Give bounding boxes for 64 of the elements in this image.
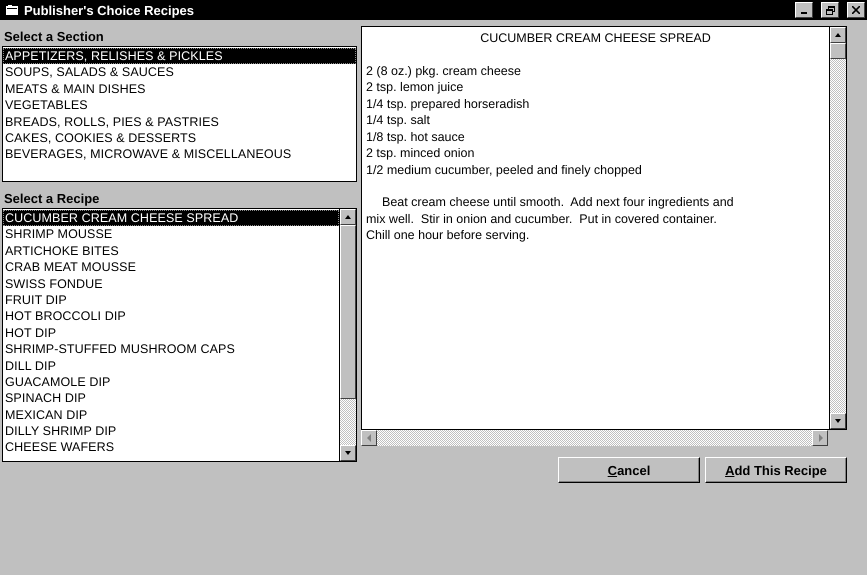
vertical-scrollbar[interactable] [339,209,356,461]
list-item[interactable]: VEGETABLES [3,97,356,114]
restore-button[interactable] [821,2,839,18]
horizontal-scrollbar[interactable] [361,430,828,446]
scroll-down-button[interactable] [340,445,356,461]
list-item[interactable]: SHRIMP-STUFFED MUSHROOM CAPS [3,341,339,358]
scroll-right-button[interactable] [812,430,828,446]
window-title: Publisher's Choice Recipes [24,2,195,18]
recipe-text-area[interactable] [361,26,847,430]
close-icon [852,6,860,14]
directions-line: mix well. Stir in onion and cucumber. Put in covered container. [366,210,718,227]
down-arrow-icon [834,418,842,424]
list-item[interactable]: ARTICHOKE BITES [3,242,339,260]
recipe-heading: Select a Recipe [3,190,100,208]
up-arrow-icon [834,32,842,38]
right-arrow-icon [816,434,824,442]
scroll-left-button[interactable] [361,430,377,446]
down-arrow-icon [344,450,352,456]
list-item[interactable]: CUCUMBER CREAM CHEESE SPREAD [3,210,339,226]
ingredient-line: 2 (8 oz.) pkg. cream cheese [366,62,522,79]
list-item[interactable]: MEATS & MAIN DISHES [3,80,356,98]
ingredient-line: 1/4 tsp. prepared horseradish [366,96,530,112]
add-recipe-button[interactable]: Add This Recipe [705,457,847,483]
ingredient-line: 1/2 medium cucumber, peeled and finely chopped [366,162,643,178]
list-item[interactable]: DILLY SHRIMP DIP [3,423,339,440]
list-item[interactable]: BREADS, ROLLS, PIES & PASTRIES [3,114,356,130]
ingredient-line: 2 tsp. lemon juice [366,79,464,96]
cancel-button[interactable]: Cancel [558,457,700,483]
restore-icon [826,6,834,14]
list-item[interactable]: CRAB MEAT MOUSSE [3,259,339,276]
vertical-scrollbar[interactable] [829,27,846,429]
list-item[interactable]: GUACAMOLE DIP [3,374,339,390]
up-arrow-icon [344,214,352,220]
list-item[interactable]: SPINACH DIP [3,390,339,407]
scroll-thumb[interactable] [340,225,356,399]
list-box[interactable]: APPETIZERS, RELISHES & PICKLES SOUPS, SALADS & SAUCES MEATS & MAIN DISHES VEGETABLES BREADS, ROLLS, PIES & PASTRIES CAKES, COOKIES & DESSERTS BEVERAGES, MICROWAVE & MISCELLANEOUS [2,46,357,182]
list-item[interactable]: SHRIMP MOUSSE [3,226,339,243]
list-item[interactable]: BEVERAGES, MICROWAVE & MISCELLANEOUS [3,146,356,163]
close-button[interactable] [847,2,865,18]
list-item[interactable]: HOT DIP [3,324,339,342]
directions-line: Beat cream cheese until smooth. Add next four ingredients and [381,194,735,210]
list-item[interactable]: APPETIZERS, RELISHES & PICKLES [3,48,356,64]
app-icon [6,5,18,15]
list-item[interactable]: HOT BROCCOLI DIP [3,308,339,325]
left-arrow-icon [366,434,372,442]
list-item[interactable]: FRUIT DIP [3,292,339,308]
scroll-up-button[interactable] [340,209,356,225]
recipe-title: CUCUMBER CREAM CHEESE SPREAD [479,30,712,46]
list-item[interactable]: CAKES, COOKIES & DESSERTS [3,130,356,146]
list-item[interactable]: DILL DIP [3,358,339,374]
list-item[interactable]: CHEESE WAFERS [3,439,339,456]
scroll-thumb[interactable] [830,43,846,59]
ingredient-line: 2 tsp. minced onion [366,145,476,162]
list-box[interactable] [2,208,357,462]
list-item[interactable]: MEXICAN DIP [3,406,339,424]
scroll-down-button[interactable] [830,413,846,429]
minimize-button[interactable] [795,2,813,18]
section-heading: Select a Section [3,28,105,46]
ingredient-line: 1/4 tsp. salt [366,112,431,128]
directions-line: Chill one hour before serving. [366,227,530,244]
ingredient-line: 1/8 tsp. hot sauce [366,128,466,145]
list-item[interactable]: SWISS FONDUE [3,276,339,292]
list-item[interactable]: SOUPS, SALADS & SAUCES [3,64,356,81]
scroll-up-button[interactable] [830,27,846,43]
